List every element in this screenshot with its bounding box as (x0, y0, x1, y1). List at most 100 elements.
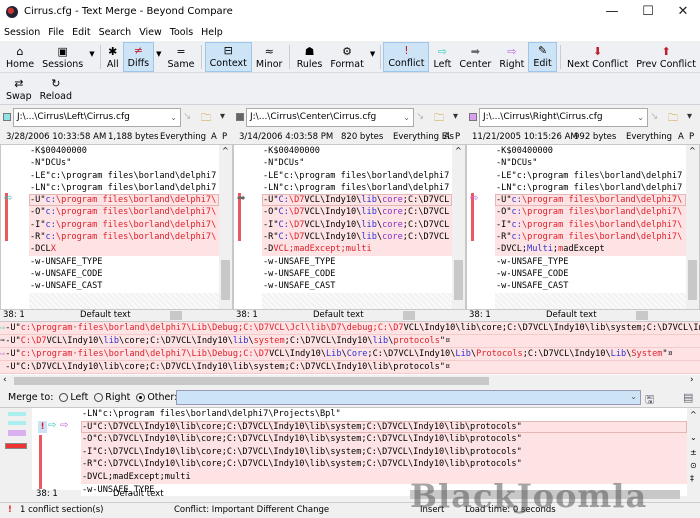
left-text[interactable]: -K$00400000-N"DCUs"-LE"c:\program files\… (29, 145, 219, 309)
center-path-input[interactable]: J:\...\Cirrus\Center\Cirrus.cfg⌄ (246, 108, 414, 127)
center-pane[interactable]: ➡-K$00400000-N"DCUs"-LE"c:\program files… (233, 144, 466, 310)
scroll-thumb[interactable] (14, 377, 489, 385)
map-mark (8, 412, 26, 416)
scroll-thumb[interactable] (221, 260, 230, 300)
plus-minus-icon[interactable]: ± (690, 448, 697, 457)
swap-button[interactable]: ⇄Swap (2, 74, 36, 104)
rules-button[interactable]: ☗Rules (293, 42, 327, 72)
text-line: -K$00400000 (262, 145, 452, 157)
scroll-thumb[interactable] (688, 260, 697, 300)
context-label: Context (210, 58, 247, 69)
history-icon[interactable]: ↘ (183, 111, 191, 122)
chevron-down-icon[interactable]: ⌄ (170, 109, 177, 126)
chevron-down-icon[interactable]: ▼ (154, 50, 163, 72)
diffs-button[interactable]: ≠Diffs (123, 42, 154, 72)
menu-help[interactable]: Help (201, 27, 223, 38)
other-path-input[interactable]: ⌄ (176, 390, 641, 405)
scroll-thumb[interactable] (454, 260, 463, 300)
right-p[interactable]: P (689, 130, 694, 144)
right-text[interactable]: -K$00400000-N"DCUs"-LE"c:\program files\… (495, 145, 686, 309)
conflict-button[interactable]: !Conflict (383, 42, 429, 72)
merge-other-radio[interactable] (136, 393, 145, 402)
text-mode[interactable]: Default text (80, 310, 131, 321)
folder-icon[interactable]: 🗀 (201, 111, 211, 128)
horizontal-scrollbar[interactable]: ‹ › (0, 375, 700, 387)
same-button[interactable]: =Same (164, 42, 199, 72)
scroll-right-icon[interactable]: › (690, 375, 694, 385)
history-icon[interactable]: ↘ (416, 111, 424, 122)
scroll-left-icon[interactable]: ‹ (3, 375, 7, 385)
chevron-down-icon[interactable]: ▾ (687, 111, 692, 122)
save-as-icon[interactable]: ▤ (683, 391, 693, 404)
reload-button[interactable]: ↻Reload (36, 74, 76, 104)
folder-icon[interactable]: 🗀 (668, 111, 678, 128)
scroll-up-icon[interactable]: ^ (689, 146, 696, 155)
center-vertical-scrollbar[interactable]: ^ (452, 145, 465, 309)
left-a[interactable]: A (211, 130, 217, 144)
menu-view[interactable]: View (139, 27, 162, 38)
conflict-type: Conflict: Important Different Change (174, 503, 329, 518)
right-path-input[interactable]: J:\...\Cirrus\Right\Cirrus.cfg⌄ (479, 108, 648, 127)
center-text[interactable]: -K$00400000-N"DCUs"-LE"c:\program files\… (262, 145, 452, 309)
chevron-down-icon[interactable]: ▼ (87, 50, 96, 72)
all-button[interactable]: ✱All (103, 42, 123, 72)
merge-right-label[interactable]: Right (105, 392, 130, 403)
text-mode[interactable]: Default text (546, 310, 597, 321)
merge-line: ⇨-U"c:\program·files\borland\delphi7\Lib… (0, 348, 700, 361)
thumbnail-map[interactable] (0, 408, 32, 491)
right-vertical-scrollbar[interactable]: ^ (686, 145, 699, 309)
home-button[interactable]: ⌂Home (2, 42, 38, 72)
text-mode[interactable]: Default text (313, 310, 364, 321)
right-a[interactable]: A (678, 130, 684, 144)
minor-button[interactable]: ≈Minor (252, 42, 287, 72)
scroll-thumb[interactable] (403, 311, 415, 320)
merge-left-radio[interactable] (59, 393, 68, 402)
merge-left-label[interactable]: Left (70, 392, 88, 403)
prev-conflict-button[interactable]: ⬆Prev Conflict (632, 42, 700, 72)
scroll-thumb[interactable] (636, 311, 648, 320)
chevron-down-icon[interactable]: ▾ (453, 111, 458, 122)
right-pane[interactable]: ⇨-K$00400000-N"DCUs"-LE"c:\program files… (466, 144, 700, 310)
left-p[interactable]: P (222, 130, 227, 144)
output-vertical-scrollbar[interactable]: ^ ⌄ ± ⊙ ‡ (687, 408, 700, 490)
zoom-icon[interactable]: ⊙ (690, 461, 697, 470)
scroll-down-icon[interactable]: ⌄ (690, 433, 697, 442)
center-a[interactable]: A (444, 130, 450, 144)
text-segment: VCL\Indy10\ (304, 232, 361, 242)
split-icon[interactable]: ‡ (690, 474, 694, 483)
output-text-mode[interactable]: Default text (113, 488, 164, 501)
history-icon[interactable]: ↘ (650, 111, 658, 122)
format-button[interactable]: ⚙Format (326, 42, 367, 72)
left-path-input[interactable]: J:\...\Cirrus\Left\Cirrus.cfg⌄ (13, 108, 181, 127)
scroll-up-icon[interactable]: ^ (455, 146, 462, 155)
menu-tools[interactable]: Tools (170, 27, 193, 38)
close-button[interactable]: ✕ (661, 0, 700, 23)
scroll-up-icon[interactable]: ^ (690, 410, 697, 419)
left-vertical-scrollbar[interactable]: ^ (219, 145, 232, 309)
right-button[interactable]: ⇨Right (495, 42, 528, 72)
chevron-down-icon[interactable]: ⌄ (403, 109, 410, 126)
edit-button[interactable]: ✎Edit (528, 42, 556, 72)
menu-session[interactable]: Session (4, 27, 40, 38)
chevron-down-icon[interactable]: ▾ (220, 111, 225, 122)
merge-other-label[interactable]: Other: (147, 392, 177, 403)
merge-right-radio[interactable] (94, 393, 103, 402)
center-p[interactable]: P (455, 130, 460, 144)
menu-search[interactable]: Search (99, 27, 132, 38)
folder-icon[interactable]: 🗀 (434, 111, 444, 128)
chevron-down-icon[interactable]: ⌄ (630, 392, 637, 401)
menu-edit[interactable]: Edit (72, 27, 90, 38)
center-button[interactable]: ➡Center (455, 42, 495, 72)
next-conflict-button[interactable]: ⬇Next Conflict (563, 42, 632, 72)
left-button[interactable]: ⇨Left (429, 42, 455, 72)
chevron-down-icon[interactable]: ⌄ (637, 109, 644, 126)
chevron-down-icon[interactable]: ▼ (368, 50, 377, 72)
text-segment: VCL\Indy10\ (269, 349, 326, 359)
context-button[interactable]: ⊟Context (205, 42, 252, 72)
sessions-button[interactable]: ▣Sessions (38, 42, 87, 72)
scroll-thumb[interactable] (170, 311, 182, 320)
menu-file[interactable]: File (48, 27, 64, 38)
file-info-row: 3/28/2006 10:33:58 AM1,188 bytesEverythi… (0, 130, 700, 144)
scroll-up-icon[interactable]: ^ (222, 146, 229, 155)
left-pane[interactable]: ⇨-K$00400000-N"DCUs"-LE"c:\program files… (0, 144, 233, 310)
